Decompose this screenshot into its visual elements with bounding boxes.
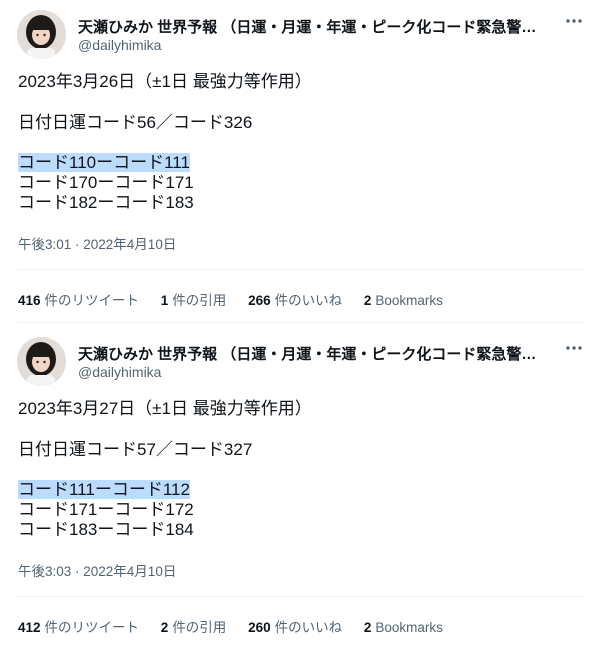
quote-count-value: 2 <box>160 620 169 635</box>
retweet-count-label: 件のリツイート <box>44 620 140 635</box>
tweet-text-line: 日付日運コード57／コード327 <box>18 440 253 459</box>
tweet-timestamp[interactable]: 午後3:03 · 2022年4月10日 <box>18 560 176 580</box>
quote-count-label: 件の引用 <box>172 620 227 635</box>
author-name[interactable]: 天瀬ひみか 世界予報 （日運・月運・年運・ピーク化コード緊急警… <box>78 343 543 364</box>
bookmark-count-label: Bookmarks <box>375 620 443 635</box>
avatar-image <box>17 10 66 59</box>
quote-count-value: 1 <box>160 293 169 308</box>
retweet-count-value: 412 <box>18 620 41 635</box>
more-horizontal-icon[interactable] <box>563 13 585 29</box>
retweet-count[interactable]: 412 件のリツイート <box>18 616 139 636</box>
like-count[interactable]: 260 件のいいね <box>248 616 342 636</box>
like-count-label: 件のいいね <box>274 293 343 308</box>
retweet-count[interactable]: 416 件のリツイート <box>18 289 139 309</box>
tweet-text-line: コード171ーコード172 <box>18 500 194 519</box>
avatar-image <box>17 337 66 386</box>
bookmark-count[interactable]: 2 Bookmarks <box>364 620 443 635</box>
bookmark-count-value: 2 <box>363 620 372 635</box>
retweet-count-value: 416 <box>18 293 41 308</box>
tweet-text-line: コード183ーコード184 <box>18 520 194 539</box>
divider <box>18 322 585 323</box>
more-horizontal-icon[interactable] <box>563 340 585 356</box>
bookmark-count-value: 2 <box>363 293 372 308</box>
avatar[interactable] <box>17 337 66 386</box>
like-count-value: 260 <box>248 620 271 635</box>
tweet-text-line: 日付日運コード56／コード326 <box>18 113 253 132</box>
tweet-text-line: 2023年3月26日（±1日 最強力等作用） <box>18 72 312 91</box>
tweet-card: 天瀬ひみか 世界予報 （日運・月運・年運・ピーク化コード緊急警… @dailyh… <box>0 327 597 656</box>
quote-count[interactable]: 1 件の引用 <box>161 289 227 309</box>
tweet-text-line-highlighted: コード110ーコード111 <box>18 153 190 173</box>
tweet-stats: 416 件のリツイート 1 件の引用 266 件のいいね 2 Bookmarks <box>18 289 461 309</box>
like-count[interactable]: 266 件のいいね <box>248 289 342 309</box>
author-handle[interactable]: @dailyhimika <box>78 364 161 380</box>
selection-highlight: コード110ーコード111 <box>18 153 190 172</box>
tweet-timestamp[interactable]: 午後3:01 · 2022年4月10日 <box>18 233 176 253</box>
tweet-stats: 412 件のリツイート 2 件の引用 260 件のいいね 2 Bookmarks <box>18 616 461 636</box>
bookmark-count[interactable]: 2 Bookmarks <box>364 293 443 308</box>
tweet-card: 天瀬ひみか 世界予報 （日運・月運・年運・ピーク化コード緊急警… @dailyh… <box>0 0 597 323</box>
divider <box>18 269 585 270</box>
avatar[interactable] <box>17 10 66 59</box>
quote-count[interactable]: 2 件の引用 <box>161 616 227 636</box>
bookmark-count-label: Bookmarks <box>375 293 443 308</box>
tweet-text-line: コード170ーコード171 <box>18 173 194 192</box>
author-handle[interactable]: @dailyhimika <box>78 37 161 53</box>
tweet-text-line: コード182ーコード183 <box>18 193 194 212</box>
tweet-text-line-highlighted: コード111ーコード112 <box>18 480 190 500</box>
divider <box>18 596 585 597</box>
selection-highlight: コード111ーコード112 <box>18 480 190 499</box>
like-count-label: 件のいいね <box>274 620 343 635</box>
author-name[interactable]: 天瀬ひみか 世界予報 （日運・月運・年運・ピーク化コード緊急警… <box>78 16 543 37</box>
like-count-value: 266 <box>248 293 271 308</box>
quote-count-label: 件の引用 <box>172 293 227 308</box>
retweet-count-label: 件のリツイート <box>44 293 140 308</box>
tweet-text-line: 2023年3月27日（±1日 最強力等作用） <box>18 399 312 418</box>
